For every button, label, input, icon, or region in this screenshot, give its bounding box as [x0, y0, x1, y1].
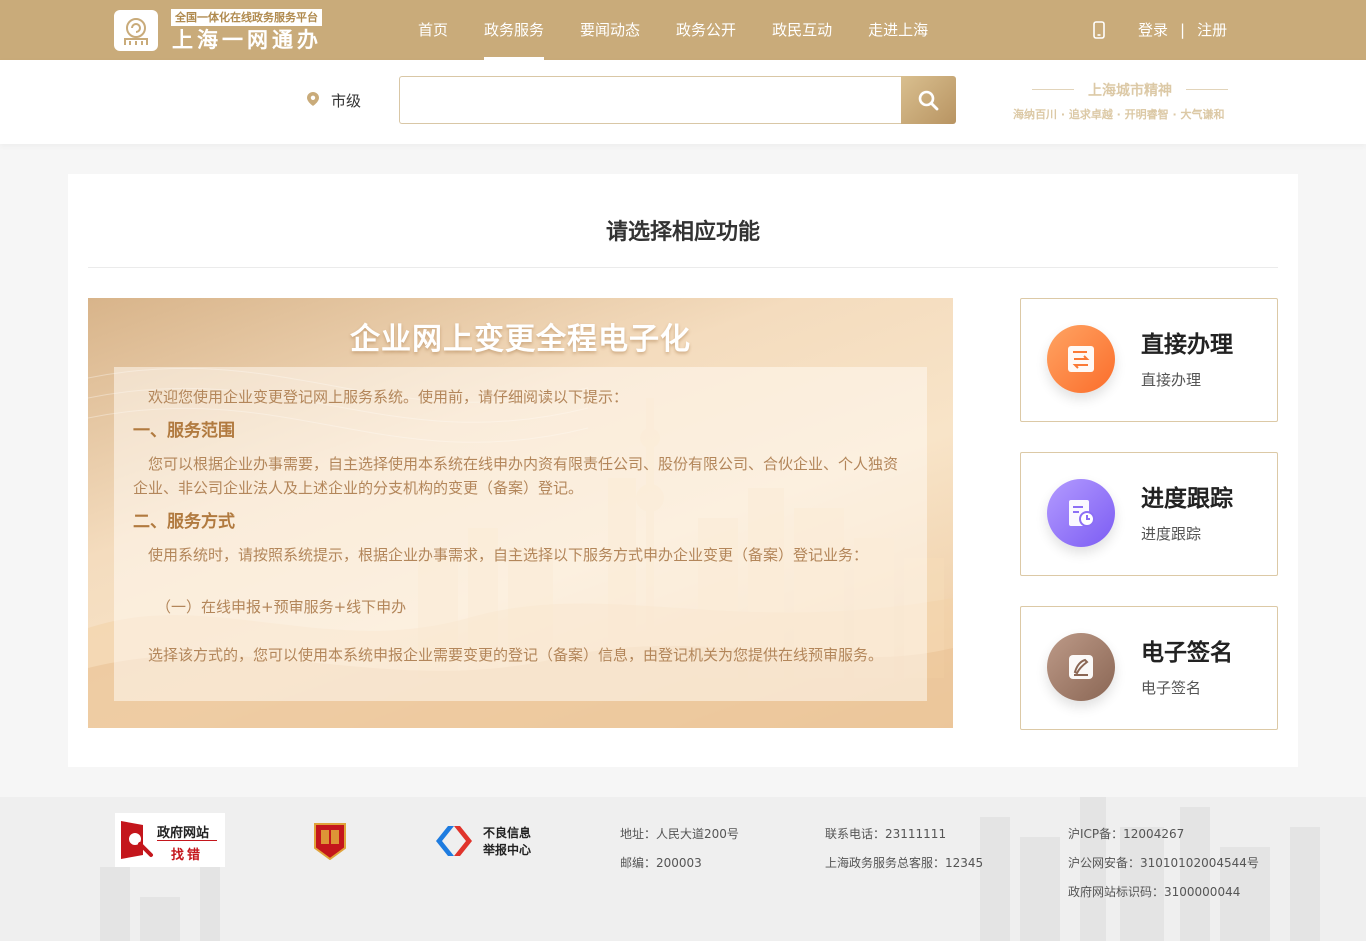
- logo-title[interactable]: 上海一网通办: [172, 27, 322, 53]
- page-title: 请选择相应功能: [605, 220, 760, 245]
- e-signature-card[interactable]: 电子签名 电子签名: [1020, 606, 1278, 730]
- find-error-label: 找错: [171, 848, 204, 863]
- report-label-line1: 不良信息: [483, 826, 532, 840]
- function-panel: 请选择相应功能 企业网上变更全程电子化 欢迎您使用企业变更登记网上服务系统。使用…: [68, 174, 1298, 767]
- location-pin-icon[interactable]: [307, 92, 319, 106]
- location-selector[interactable]: 市级: [331, 90, 361, 111]
- direct-handle-title: 直接办理: [1141, 332, 1233, 358]
- report-center-label[interactable]: 不良信息 举报中心: [483, 825, 531, 859]
- nav-gov-affairs-public[interactable]: 政务公开: [658, 0, 754, 60]
- login-link[interactable]: 登录: [1138, 0, 1168, 60]
- notice-intro: 欢迎您使用企业变更登记网上服务系统。使用前，请仔细阅读以下提示：: [148, 388, 629, 406]
- city-spirit-title: 上海城市精神: [1030, 80, 1230, 100]
- progress-tracking-card[interactable]: 进度跟踪 进度跟踪: [1020, 452, 1278, 576]
- report-label-line2: 举报中心: [483, 843, 532, 857]
- footer-site-id: 政府网站标识码：3100000044: [1068, 885, 1241, 899]
- direct-handle-subtitle: 直接办理: [1141, 371, 1202, 389]
- logo-subtitle: 全国一体化在线政务服务平台: [171, 9, 322, 26]
- notice-scope-text: 您可以根据企业办事需要，自主选择使用本系统在线申办内资有限责任公司、股份有限公司…: [133, 455, 899, 497]
- search-icon: [918, 90, 939, 111]
- form-transfer-icon: [1047, 325, 1115, 393]
- service-banner: 企业网上变更全程电子化 欢迎您使用企业变更登记网上服务系统。使用前，请仔细阅读以…: [88, 298, 953, 728]
- title-divider: [88, 267, 1278, 268]
- notice-option-1-text: 选择该方式的，您可以使用本系统申报企业需要变更的登记（备案）信息，由登记机关为您…: [148, 646, 884, 664]
- nav-about-shanghai[interactable]: 走进上海: [850, 0, 946, 60]
- e-signature-title: 电子签名: [1141, 640, 1233, 666]
- footer-icp[interactable]: 沪ICP备：12004267: [1068, 825, 1184, 842]
- signature-icon: [1047, 633, 1115, 701]
- nav-news[interactable]: 要闻动态: [562, 0, 658, 60]
- search-button[interactable]: [901, 76, 956, 124]
- site-logo-icon[interactable]: [114, 10, 158, 51]
- gov-site-error-report-link[interactable]: 政府网站 找错: [115, 813, 225, 867]
- nav-home[interactable]: 首页: [400, 0, 466, 60]
- report-center-logo-icon[interactable]: [434, 824, 474, 858]
- footer-security-record[interactable]: 沪公网安备：31010102004544号: [1068, 854, 1259, 871]
- magnifier-report-icon: [121, 821, 153, 859]
- mobile-phone-icon[interactable]: [1093, 21, 1105, 39]
- gov-site-divider: [157, 840, 217, 841]
- notice-text-panel[interactable]: 欢迎您使用企业变更登记网上服务系统。使用前，请仔细阅读以下提示： 一、服务范围 …: [114, 367, 927, 701]
- notice-method-text: 使用系统时，请按照系统提示，根据企业办事需求，自主选择以下服务方式申办企业变更（…: [148, 546, 869, 564]
- party-gov-badge-icon[interactable]: [313, 822, 347, 860]
- nav-gov-services[interactable]: 政务服务: [466, 0, 562, 60]
- site-footer: 政府网站 找错 不良信息 举报中心 地址：人民大道200号 邮编：200003 …: [0, 797, 1366, 941]
- search-input[interactable]: [399, 76, 902, 124]
- direct-handle-card[interactable]: 直接办理 直接办理: [1020, 298, 1278, 422]
- notice-heading-method: 二、服务方式: [133, 512, 235, 532]
- document-clock-icon: [1047, 479, 1115, 547]
- progress-tracking-subtitle: 进度跟踪: [1141, 525, 1202, 543]
- gov-site-label: 政府网站: [157, 826, 210, 841]
- notice-heading-scope: 一、服务范围: [133, 421, 235, 441]
- progress-tracking-title: 进度跟踪: [1141, 486, 1233, 512]
- auth-separator: |: [1180, 21, 1186, 39]
- auth-links: 登录 | 注册: [1138, 0, 1227, 60]
- register-link[interactable]: 注册: [1197, 0, 1227, 60]
- footer-hotline: 上海政务服务总客服：12345: [825, 856, 984, 870]
- top-header: 全国一体化在线政务服务平台 上海一网通办 首页 政务服务 要闻动态 政务公开 政…: [0, 0, 1366, 60]
- search-band: 市级 上海城市精神 海纳百川 · 追求卓越 · 开明睿智 · 大气谦和: [0, 60, 1366, 144]
- footer-phone: 联系电话：23111111: [825, 827, 947, 841]
- banner-title: 企业网上变更全程电子化: [350, 322, 691, 357]
- nav-interaction[interactable]: 政民互动: [754, 0, 850, 60]
- city-spirit-motto: 海纳百川 · 追求卓越 · 开明睿智 · 大气谦和: [1013, 108, 1225, 121]
- main-nav: 首页 政务服务 要闻动态 政务公开 政民互动 走进上海: [400, 0, 946, 60]
- e-signature-subtitle: 电子签名: [1141, 679, 1202, 697]
- footer-postcode: 邮编：200003: [620, 856, 702, 870]
- notice-method-option-1: （一）在线申报+预审服务+线下申办: [156, 598, 407, 616]
- footer-address: 地址：人民大道200号: [620, 827, 739, 841]
